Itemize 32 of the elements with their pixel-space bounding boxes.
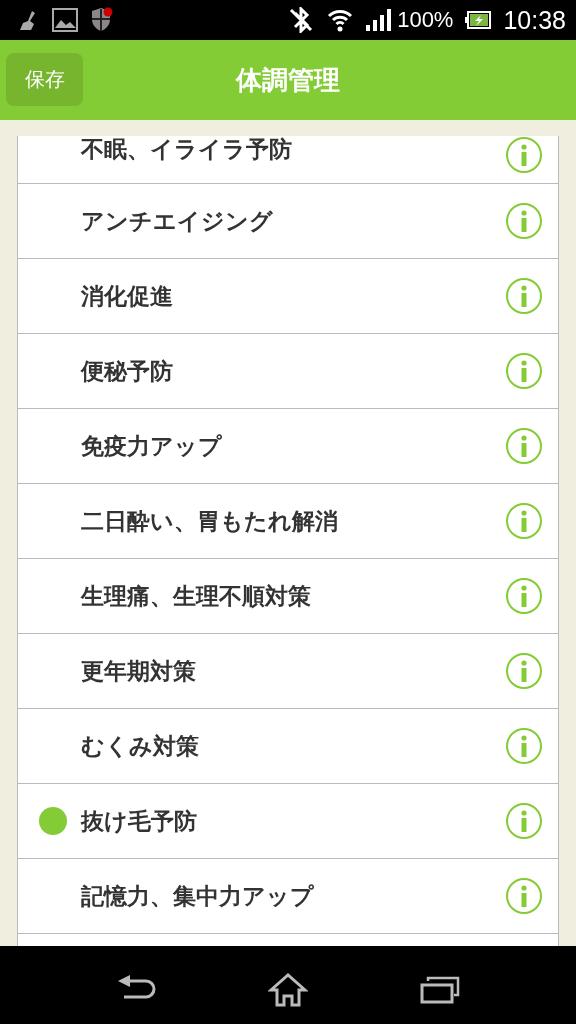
info-icon[interactable] bbox=[505, 502, 543, 540]
info-icon[interactable] bbox=[505, 577, 543, 615]
wifi-icon bbox=[327, 8, 354, 32]
info-icon[interactable] bbox=[505, 427, 543, 465]
list-item[interactable]: 更年期対策 bbox=[18, 634, 558, 709]
shield-icon bbox=[90, 7, 114, 33]
list-item[interactable]: 不眠、イライラ予防 bbox=[18, 136, 558, 184]
info-icon[interactable] bbox=[505, 277, 543, 315]
list-item[interactable]: 便秘予防 bbox=[18, 334, 558, 409]
signal-icon bbox=[365, 8, 392, 32]
battery-percent: 100% bbox=[397, 7, 454, 33]
list-item[interactable]: アンチエイジング bbox=[18, 184, 558, 259]
image-icon bbox=[52, 8, 78, 32]
clock: 10:38 bbox=[503, 5, 566, 35]
info-icon[interactable] bbox=[505, 652, 543, 690]
recent-apps-icon[interactable] bbox=[420, 976, 460, 1004]
info-icon[interactable] bbox=[505, 202, 543, 240]
list-item[interactable]: 生理痛、生理不順対策 bbox=[18, 559, 558, 634]
info-icon[interactable] bbox=[505, 352, 543, 390]
list-item[interactable]: 消化促進 bbox=[18, 259, 558, 334]
list-item[interactable]: 抜け毛予防 bbox=[18, 784, 558, 859]
list-item[interactable]: 免疫力アップ bbox=[18, 409, 558, 484]
info-icon[interactable] bbox=[505, 877, 543, 915]
info-icon[interactable] bbox=[505, 802, 543, 840]
list-item[interactable]: 二日酔い、胃もたれ解消 bbox=[18, 484, 558, 559]
info-icon[interactable] bbox=[505, 136, 543, 174]
home-icon[interactable] bbox=[268, 973, 308, 1007]
list-item[interactable]: 記憶力、集中力アップ bbox=[18, 859, 558, 934]
battery-icon bbox=[465, 11, 492, 29]
list-item[interactable]: むくみ対策 bbox=[18, 709, 558, 784]
info-icon[interactable] bbox=[505, 727, 543, 765]
screen-title: 体調管理 bbox=[236, 63, 340, 97]
